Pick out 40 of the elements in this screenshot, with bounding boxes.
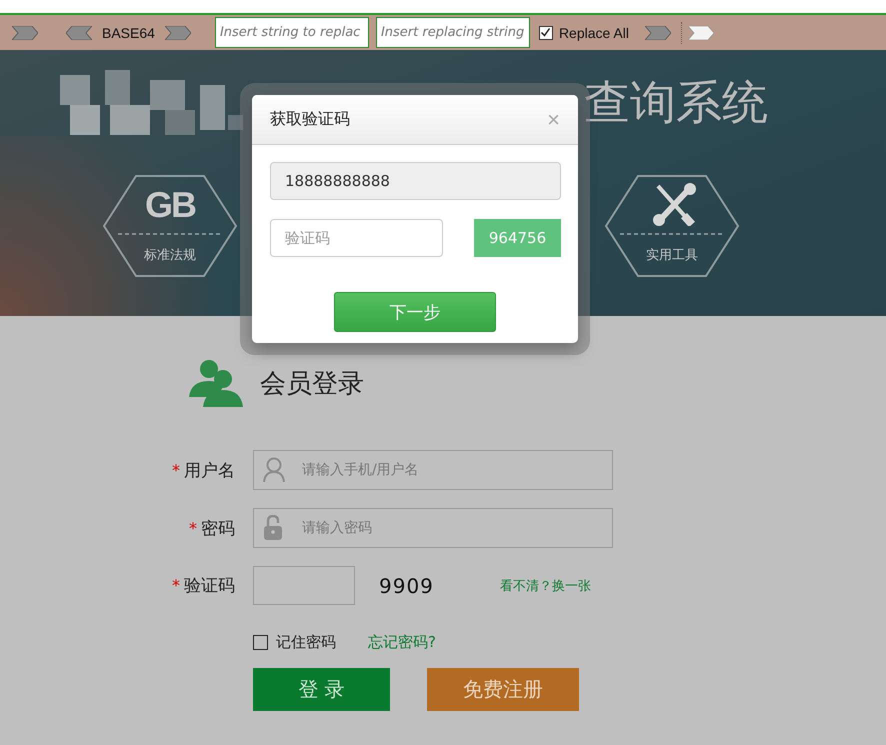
wrench-screwdriver-icon [650,182,698,226]
users-icon [187,359,243,407]
remember-checkbox[interactable]: 记住密码 [253,633,336,652]
tile-label[interactable]: 标准法规 [144,246,196,264]
required-mark: * [189,518,197,538]
base64-label: BASE64 [102,24,155,40]
login-title: 会员登录 [260,368,364,400]
forgot-password-link[interactable]: 忘记密码? [368,633,436,652]
required-mark: * [172,460,180,480]
lock-icon [263,515,283,541]
code-field[interactable]: 验证码 [270,219,443,257]
code-button[interactable]: 964756 [474,219,561,257]
right-arrow-icon[interactable] [644,26,671,40]
right-arrow-icon[interactable] [164,26,191,40]
user-icon [263,457,285,483]
modal-title: 获取验证码 [270,109,350,130]
field-label: 密码 [201,518,235,540]
text-input[interactable]: Insert string to replac [214,17,369,48]
login-button[interactable]: 登 录 [253,668,390,711]
gb-logo: GB [145,184,195,226]
refresh-link[interactable]: 看不清？换一张 [500,576,591,594]
left-arrow-icon[interactable] [66,26,92,40]
text-input[interactable]: Insert replacing string [376,17,530,48]
check-icon [540,27,552,38]
phone-field[interactable]: 18888888888 [270,162,561,200]
required-mark: * [172,576,180,595]
right-arrow-icon[interactable] [688,26,714,40]
tile-label[interactable]: 实用工具 [646,246,698,264]
password-field[interactable]: 请输入密码 [253,508,613,548]
captcha-image: 9909 [379,574,434,598]
field-label: 验证码 [184,575,235,597]
banner-title: 查询系统 [584,74,768,131]
close-button[interactable]: × [547,108,560,130]
captcha-field[interactable] [253,566,355,605]
username-field[interactable]: 请输入手机/用户名 [253,450,613,490]
next-button[interactable]: 下一步 [334,292,496,332]
register-button[interactable]: 免费注册 [427,668,579,711]
right-arrow-icon[interactable] [12,26,38,40]
field-label: 用户名 [184,460,235,482]
replace-all-checkbox[interactable]: Replace All [538,24,629,40]
